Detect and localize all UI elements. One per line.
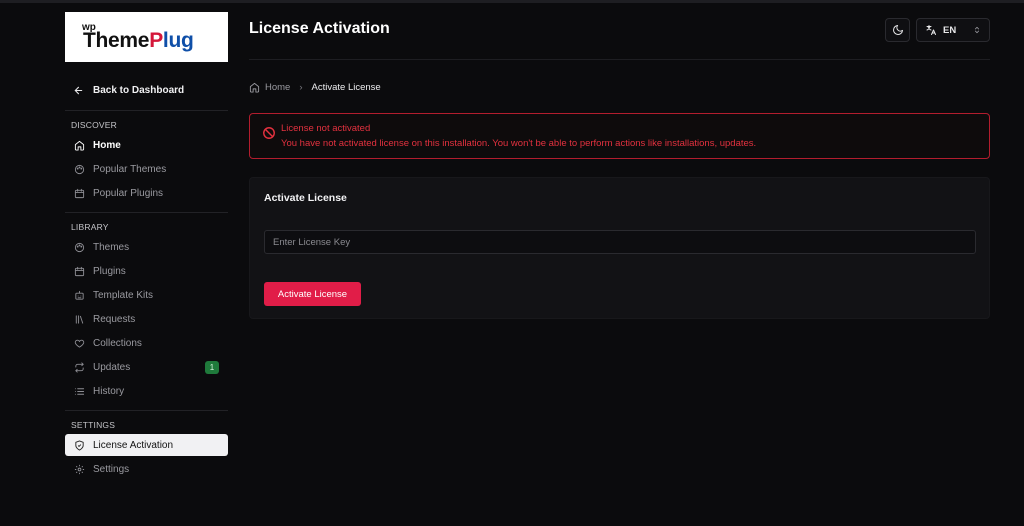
home-icon bbox=[74, 140, 85, 151]
gear-icon bbox=[74, 464, 85, 474]
breadcrumb-home-link[interactable]: Home bbox=[265, 82, 290, 93]
breadcrumb-separator: › bbox=[299, 82, 303, 93]
list-icon bbox=[74, 387, 85, 395]
chevron-up-down-icon bbox=[974, 26, 980, 34]
alert-title: License not activated bbox=[281, 123, 371, 134]
sidebar-item-updates[interactable]: Updates 1 bbox=[65, 356, 228, 378]
window-top-border bbox=[0, 0, 1024, 3]
ban-icon bbox=[263, 127, 275, 139]
library-icon bbox=[75, 314, 84, 324]
sidebar-divider bbox=[65, 212, 228, 213]
sidebar-item-popular-plugins[interactable]: Popular Plugins bbox=[65, 182, 228, 204]
translate-icon bbox=[926, 25, 936, 35]
section-title-library: LIBRARY bbox=[71, 222, 109, 232]
section-title-settings: SETTINGS bbox=[71, 420, 116, 430]
card-title: Activate License bbox=[264, 192, 347, 204]
sidebar-item-label: License Activation bbox=[93, 439, 174, 451]
sidebar-item-label: Home bbox=[93, 139, 121, 151]
shield-icon bbox=[75, 439, 84, 451]
logo-wordmark: ThemePlug bbox=[83, 29, 194, 52]
sidebar-item-settings[interactable]: Settings bbox=[65, 458, 228, 480]
logo-prefix: wp bbox=[82, 22, 96, 33]
sidebar-item-label: Settings bbox=[93, 463, 130, 475]
back-to-dashboard-link[interactable]: Back to Dashboard bbox=[65, 78, 228, 102]
sidebar-item-collections[interactable]: Collections bbox=[65, 332, 228, 354]
sidebar-divider bbox=[65, 410, 228, 411]
bot-icon bbox=[75, 290, 84, 300]
sidebar-item-template-kits[interactable]: Template Kits bbox=[65, 284, 228, 306]
sidebar-item-requests[interactable]: Requests bbox=[65, 308, 228, 330]
sidebar-item-label: Requests bbox=[93, 313, 136, 325]
language-value: EN bbox=[943, 24, 957, 36]
sidebar-item-label: Template Kits bbox=[93, 289, 154, 301]
arrow-left-icon bbox=[74, 86, 83, 94]
sidebar-item-themes[interactable]: Themes bbox=[65, 236, 228, 258]
sidebar-item-label: Plugins bbox=[93, 265, 126, 277]
sidebar: wp ThemePlug Back to Dashboard DISCOVER … bbox=[65, 12, 228, 482]
header-divider bbox=[249, 59, 990, 60]
sidebar-item-label: Collections bbox=[93, 337, 142, 349]
sidebar-item-label: Popular Plugins bbox=[93, 187, 164, 199]
section-title-discover: DISCOVER bbox=[71, 120, 117, 130]
back-to-dashboard-label: Back to Dashboard bbox=[93, 84, 185, 96]
theme-toggle-button[interactable] bbox=[885, 18, 910, 42]
repeat-icon bbox=[75, 361, 84, 373]
breadcrumb: Home › Activate License bbox=[249, 82, 381, 93]
sidebar-item-license-activation[interactable]: License Activation bbox=[65, 434, 228, 456]
sidebar-divider bbox=[65, 110, 228, 111]
activate-license-button[interactable]: Activate License bbox=[264, 282, 361, 306]
license-key-input[interactable] bbox=[264, 230, 976, 254]
sidebar-item-label: Updates bbox=[93, 361, 131, 373]
sidebar-item-home[interactable]: Home bbox=[65, 134, 228, 156]
page-title: License Activation bbox=[249, 20, 390, 37]
sidebar-item-history[interactable]: History bbox=[65, 380, 228, 402]
calendar-icon bbox=[74, 188, 85, 198]
language-select[interactable]: EN bbox=[916, 18, 990, 42]
activate-license-card: Activate License Activate License bbox=[249, 177, 990, 319]
sidebar-item-label: Popular Themes bbox=[93, 163, 167, 175]
palette-icon bbox=[74, 242, 85, 252]
sidebar-item-popular-themes[interactable]: Popular Themes bbox=[65, 158, 228, 180]
moon-icon bbox=[892, 25, 903, 35]
license-alert: License not activated You have not activ… bbox=[249, 113, 990, 159]
alert-message: You have not activated license on this i… bbox=[281, 138, 757, 149]
sidebar-item-label: History bbox=[93, 385, 125, 397]
updates-count-badge: 1 bbox=[205, 361, 219, 374]
sidebar-item-label: Themes bbox=[93, 241, 130, 253]
breadcrumb-current: Activate License bbox=[311, 82, 381, 93]
themeplug-logo[interactable]: wp ThemePlug bbox=[65, 12, 228, 62]
sidebar-item-plugins[interactable]: Plugins bbox=[65, 260, 228, 282]
home-icon bbox=[249, 82, 260, 93]
calendar-icon bbox=[74, 266, 85, 276]
heart-icon bbox=[74, 339, 85, 348]
palette-icon bbox=[74, 164, 85, 174]
header-actions: EN bbox=[885, 18, 990, 42]
